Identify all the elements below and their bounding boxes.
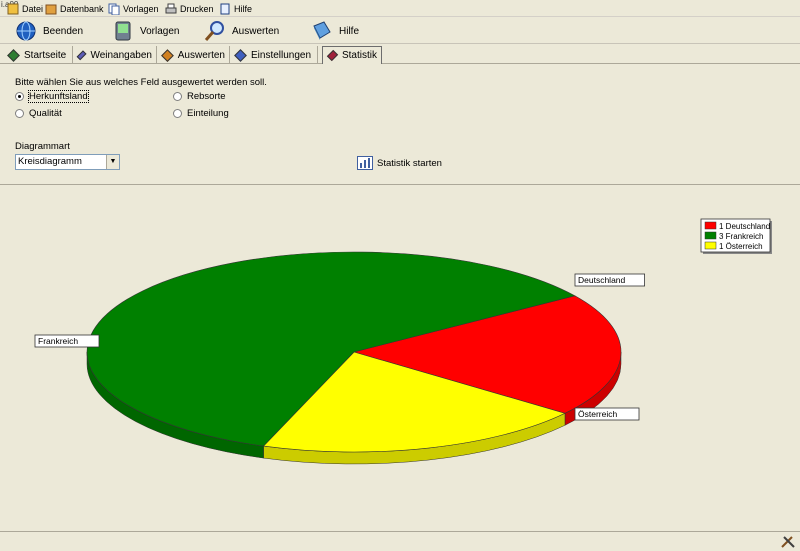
start-statistics-button[interactable]: Statistik starten (357, 156, 442, 170)
toolbar-auswerten-button[interactable]: Auswerten (204, 19, 279, 43)
radio-einteilung-label: Einteilung (187, 108, 229, 119)
radio-qualitaet[interactable]: Qualität (15, 108, 62, 119)
diamond-icon (76, 49, 87, 61)
menu-vorlagen[interactable]: Vorlagen (108, 2, 159, 16)
tab-bar: Startseite Weinangaben Auswerten Einstel… (0, 44, 800, 64)
tab-weinangaben[interactable]: Weinangaben (73, 46, 157, 64)
start-statistics-label: Statistik starten (377, 157, 442, 169)
menu-drucken-label: Drucken (180, 4, 214, 14)
radio-button[interactable] (15, 92, 24, 101)
tab-auswerten[interactable]: Auswerten (157, 46, 230, 64)
radio-einteilung[interactable]: Einteilung (173, 108, 229, 119)
toolbar-hilfe-label: Hilfe (339, 25, 360, 37)
radio-qualitaet-label: Qualität (29, 108, 62, 119)
toolbar-vorlagen-label: Vorlagen (140, 25, 180, 37)
toolbar: Beenden Vorlagen Auswerten Hilfe (0, 17, 800, 44)
toolbar-beenden-label: Beenden (43, 25, 84, 37)
tab-statistik[interactable]: Statistik (322, 46, 382, 64)
slice-label-österreich: Österreich (574, 407, 640, 421)
diamond-icon (234, 48, 247, 62)
svg-text:Österreich: Österreich (578, 409, 617, 419)
chart-area: Deutschland Frankreich Österreich 1 Deutsch… (0, 186, 800, 531)
legend-swatch (704, 241, 717, 250)
radio-herkunftsland-label: Herkunftsland (28, 90, 89, 103)
radio-button[interactable] (173, 109, 182, 118)
toolbar-auswerten-label: Auswerten (232, 25, 280, 37)
menu-drucken[interactable]: Drucken (165, 2, 214, 16)
status-bar (0, 531, 800, 551)
tab-einstellungen-label: Einstellungen (251, 49, 312, 61)
toolbar-beenden-button[interactable]: Beenden (15, 19, 83, 43)
radio-rebsorte[interactable]: Rebsorte (173, 91, 226, 102)
svg-text:Frankreich: Frankreich (38, 336, 78, 346)
printer-icon (165, 3, 177, 15)
pie-chart: Deutschland Frankreich Österreich 1 Deutsch… (34, 218, 772, 465)
diagram-type-select[interactable]: Kreisdiagramm ▼ (15, 154, 120, 170)
slice-label-frankreich: Frankreich (34, 334, 100, 348)
field-prompt: Bitte wählen Sie aus welches Feld ausgew… (15, 77, 267, 88)
radio-button[interactable] (15, 109, 24, 118)
tab-statistik-label: Statistik (341, 50, 377, 61)
help-book-icon (219, 3, 231, 15)
menu-datei[interactable]: Datei (7, 2, 43, 16)
file-icon (7, 3, 19, 15)
diamond-icon (7, 48, 20, 62)
legend-entry: 1 Österreich (719, 242, 763, 251)
globe-icon (15, 20, 37, 42)
menu-vorlagen-label: Vorlagen (123, 4, 159, 14)
menu-bar: i.a00 Datei Datenbank Vorlagen Drucken H… (0, 0, 800, 17)
database-icon (45, 3, 57, 15)
toolbar-hilfe-button[interactable]: Hilfe (311, 19, 359, 43)
tab-auswerten-label: Auswerten (177, 49, 225, 61)
legend-swatch (704, 231, 717, 240)
menu-datenbank-label: Datenbank (60, 4, 104, 14)
diagram-type-value: Kreisdiagramm (18, 156, 82, 167)
tab-startseite-label: Startseite (24, 49, 67, 61)
options-panel: Bitte wählen Sie aus welches Feld ausgew… (0, 64, 800, 185)
menu-hilfe[interactable]: Hilfe (219, 2, 252, 16)
magnifier-icon (204, 20, 226, 42)
tab-weinangaben-label: Weinangaben (90, 49, 152, 61)
legend-swatch (704, 221, 717, 230)
tab-startseite[interactable]: Startseite (3, 46, 73, 64)
chevron-down-icon[interactable]: ▼ (106, 155, 119, 169)
diamond-icon (161, 48, 174, 62)
bar-chart-icon (357, 156, 373, 170)
menu-hilfe-label: Hilfe (234, 4, 253, 14)
slice-label-deutschland: Deutschland (574, 273, 645, 287)
svg-text:Deutschland: Deutschland (578, 275, 626, 285)
legend-entry: 1 Deutschland (719, 222, 770, 231)
handheld-icon (112, 20, 134, 42)
legend-entry: 3 Frankreich (719, 232, 763, 241)
radio-rebsorte-label: Rebsorte (187, 91, 226, 102)
diagram-type-label: Diagrammart (15, 141, 70, 152)
diamond-icon (326, 49, 339, 62)
menu-datei-label: Datei (22, 4, 44, 14)
book-icon (311, 20, 333, 42)
chart-legend: 1 Deutschland3 Frankreich1 Österreich (700, 218, 772, 254)
radio-button[interactable] (173, 92, 182, 101)
tab-einstellungen[interactable]: Einstellungen (230, 46, 318, 64)
radio-herkunftsland[interactable]: Herkunftsland (15, 90, 89, 103)
menu-datenbank[interactable]: Datenbank (45, 2, 104, 16)
toolbar-vorlagen-button[interactable]: Vorlagen (112, 19, 179, 43)
documents-icon (108, 3, 120, 16)
tools-icon (780, 535, 796, 549)
